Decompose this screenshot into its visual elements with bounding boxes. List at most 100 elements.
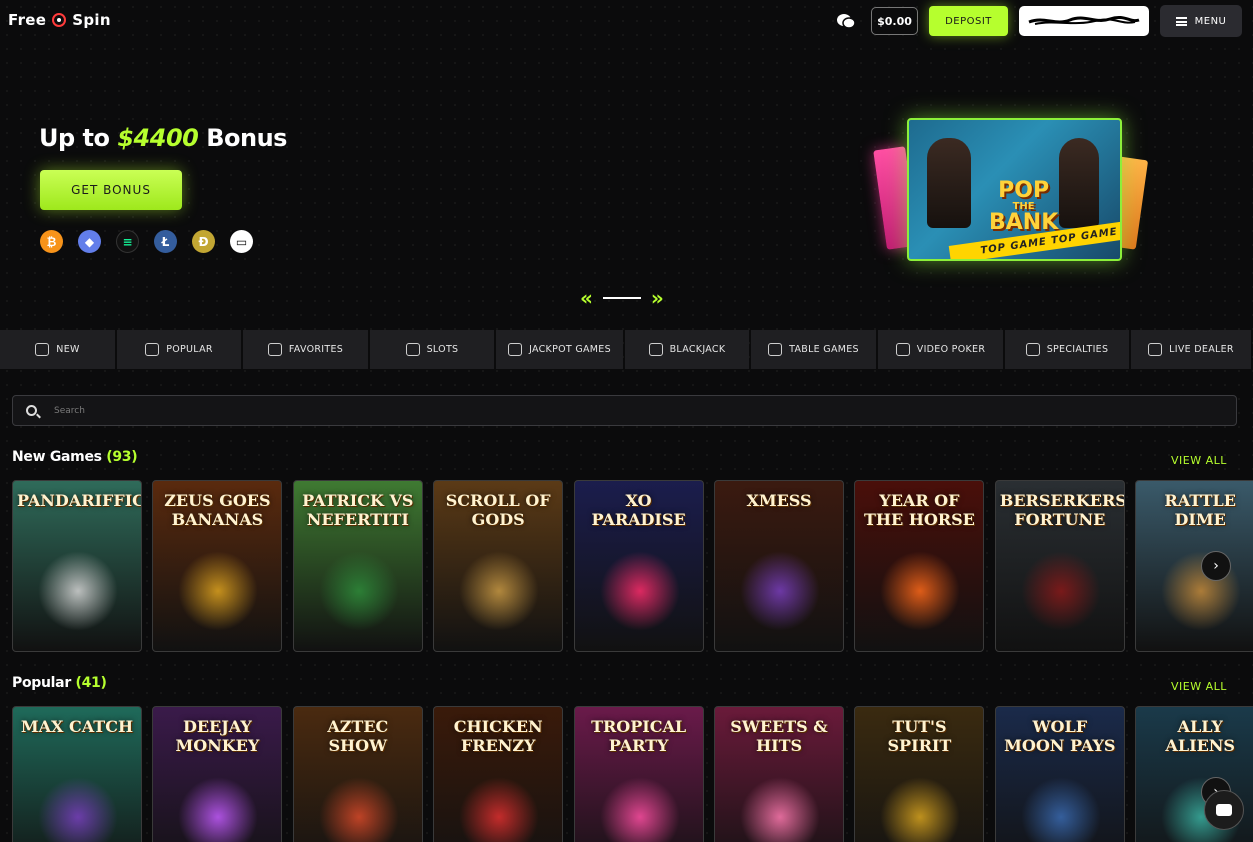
game-tile[interactable]: RATTLE DIME — [1135, 480, 1253, 652]
game-tile[interactable]: ZEUS GOES BANANAS — [152, 480, 283, 652]
poker-chip-icon — [895, 343, 910, 356]
dealer-icon — [1148, 343, 1163, 356]
game-tile[interactable]: TROPICAL PARTY — [573, 706, 704, 842]
featured-line1: POP — [998, 178, 1050, 203]
game-artwork — [1020, 551, 1101, 631]
live-chat-button[interactable] — [1204, 790, 1244, 830]
game-tile[interactable]: XO PARADISE — [573, 480, 704, 652]
logo[interactable]: Free Spin — [8, 11, 111, 29]
payment-methods: ₿ ◆ ≡ Ł Ð ▭ — [40, 230, 253, 253]
card-icon: ▭ — [230, 230, 253, 253]
game-tile[interactable]: PATRICK VS NEFERTITI — [292, 480, 423, 652]
game-title: MAX CATCH — [20, 717, 134, 736]
game-title: XO PARADISE — [591, 491, 686, 529]
game-artwork — [318, 551, 399, 631]
featured-game-title: POP THE BANK — [989, 180, 1058, 234]
game-title: YEAR OF THE HORSE — [863, 491, 975, 529]
menu-button[interactable]: MENU — [1160, 5, 1242, 37]
next-slide-icon[interactable]: » — [651, 288, 664, 308]
solana-icon: ≡ — [116, 230, 139, 253]
tab-new[interactable]: NEW — [0, 330, 115, 369]
game-tile[interactable]: XMESS — [714, 480, 844, 652]
game-title: DEEJAY MONKEY — [175, 717, 260, 755]
search-input[interactable] — [54, 405, 1154, 416]
game-artwork — [459, 777, 540, 842]
game-tile[interactable]: CHICKEN FRENZY — [433, 706, 564, 842]
game-artwork — [599, 551, 680, 631]
game-artwork — [880, 551, 961, 631]
game-tile[interactable]: SWEETS & HITS — [714, 706, 844, 842]
hamburger-icon — [1175, 16, 1187, 26]
tab-specialties[interactable]: SPECIALTIES — [1005, 330, 1129, 369]
section-title-popular: Popular (41) — [12, 675, 107, 691]
game-tile[interactable]: SCROLL OF GODS — [433, 480, 564, 652]
slider-controls: « » — [580, 288, 664, 308]
game-tile[interactable]: DEEJAY MONKEY — [152, 706, 283, 842]
game-tile[interactable]: PANDARIFFIC — [12, 480, 142, 652]
search-bar[interactable] — [12, 395, 1237, 426]
featured-game-card[interactable]: POP THE BANK TOP GAME TOP GAME — [907, 118, 1122, 261]
tab-live-dealer[interactable]: LIVE DEALER — [1131, 330, 1251, 369]
prev-slide-icon[interactable]: « — [580, 288, 593, 308]
section-title-text: Popular — [12, 675, 71, 691]
top-bar: Free Spin $0.00 DEPOSIT MENU — [0, 0, 1253, 42]
slots-icon — [405, 343, 420, 356]
section-count: (41) — [75, 675, 107, 691]
game-artwork — [178, 551, 259, 631]
game-tile[interactable]: MAX CATCH — [12, 706, 142, 842]
game-artwork — [880, 777, 961, 842]
view-all-popular[interactable]: VIEW ALL — [1171, 680, 1227, 693]
tab-label: LIVE DEALER — [1169, 344, 1234, 355]
game-title: TROPICAL PARTY — [591, 717, 687, 755]
game-artwork — [318, 777, 399, 842]
hero-title-prefix: Up to — [39, 124, 118, 152]
view-all-new-games[interactable]: VIEW ALL — [1171, 454, 1227, 467]
game-tile[interactable]: YEAR OF THE HORSE — [854, 480, 985, 652]
redacted-scribble — [1028, 15, 1140, 25]
hero-title-suffix: Bonus — [198, 124, 287, 152]
game-artwork — [740, 551, 820, 631]
game-tile[interactable]: WOLF MOON PAYS — [994, 706, 1125, 842]
section-title-new-games: New Games (93) — [12, 449, 138, 465]
username-display[interactable] — [1019, 6, 1149, 36]
featured-game-banner[interactable]: POP THE BANK TOP GAME TOP GAME — [873, 118, 1149, 261]
menu-label: MENU — [1194, 15, 1227, 27]
tab-table-games[interactable]: TABLE GAMES — [751, 330, 876, 369]
game-tile[interactable]: TUT'S SPIRIT — [854, 706, 985, 842]
game-title: PANDARIFFIC — [17, 491, 142, 510]
tab-blackjack[interactable]: BLACKJACK — [625, 330, 749, 369]
category-tabs: NEW POPULAR FAVORITES SLOTS JACKPOT GAMES BLA… — [0, 330, 1253, 369]
get-bonus-button[interactable]: GET BONUS — [40, 170, 182, 210]
tab-label: VIDEO POKER — [916, 344, 986, 355]
section-count: (93) — [106, 449, 138, 465]
tab-label: SPECIALTIES — [1046, 344, 1109, 355]
section-title-text: New Games — [12, 449, 102, 465]
logo-text-free: Free — [8, 11, 47, 29]
diamond-icon — [35, 343, 50, 356]
game-title: SWEETS & HITS — [730, 717, 828, 755]
balance-display[interactable]: $0.00 — [871, 7, 918, 35]
game-title: BERSERKERS FORTUNE — [999, 491, 1125, 529]
tab-video-poker[interactable]: VIDEO POKER — [878, 330, 1003, 369]
game-artwork — [178, 777, 259, 842]
tab-favorites[interactable]: FAVORITES — [243, 330, 368, 369]
featured-line3: BANK — [989, 210, 1059, 235]
next-arrow-icon[interactable]: › — [1201, 551, 1231, 581]
game-title: ZEUS GOES BANANAS — [164, 491, 271, 529]
tab-label: FAVORITES — [288, 344, 344, 355]
game-tile[interactable]: BERSERKERS FORTUNE — [994, 480, 1125, 652]
chat-icon[interactable] — [836, 12, 856, 30]
heart-icon — [267, 343, 282, 356]
bitcoin-icon: ₿ — [40, 230, 63, 253]
slide-indicator[interactable] — [602, 297, 641, 299]
deposit-button[interactable]: DEPOSIT — [929, 6, 1008, 36]
game-artwork — [599, 777, 680, 842]
game-title: SCROLL OF GODS — [445, 491, 551, 529]
game-title: WOLF MOON PAYS — [1004, 717, 1116, 755]
tab-popular[interactable]: POPULAR — [117, 330, 241, 369]
game-title: CHICKEN FRENZY — [453, 717, 543, 755]
tab-slots[interactable]: SLOTS — [370, 330, 494, 369]
game-tile[interactable]: AZTEC SHOW — [292, 706, 423, 842]
dogecoin-icon: Ð — [192, 230, 215, 253]
tab-jackpot-games[interactable]: JACKPOT GAMES — [496, 330, 623, 369]
